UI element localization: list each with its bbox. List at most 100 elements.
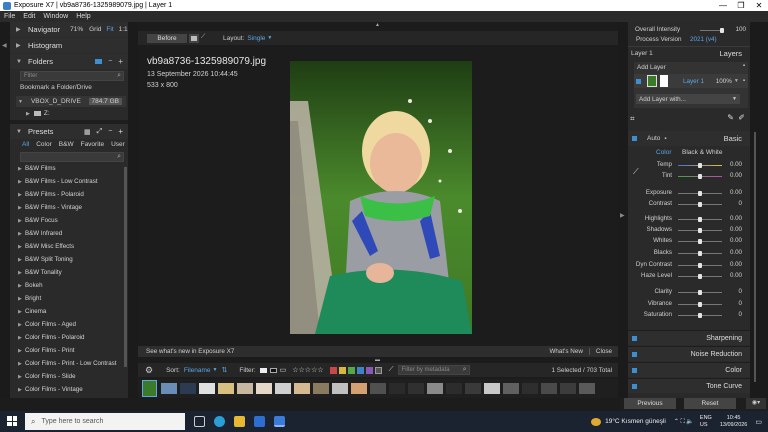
filmstrip-thumb[interactable] (218, 383, 234, 394)
adjustment-slider[interactable] (678, 217, 722, 222)
slider-knob[interactable] (698, 290, 702, 295)
preset-tab-all[interactable]: All (22, 141, 29, 148)
filmstrip-thumb[interactable] (560, 383, 576, 394)
adjustment-value[interactable]: 0.00 (730, 261, 742, 268)
preset-item[interactable]: ▶ B&W Films - Vintage (18, 204, 82, 211)
panel-toggle-icon[interactable] (632, 383, 637, 389)
auto-button[interactable]: Auto (647, 135, 660, 142)
auto-menu-icon[interactable]: ▪ (664, 136, 666, 142)
adjustment-slider[interactable] (678, 290, 722, 295)
layer-menu-icon[interactable]: ▪ (743, 63, 745, 69)
filmstrip-thumb[interactable] (579, 383, 595, 394)
layout-dropdown[interactable]: Single (247, 35, 265, 42)
adjustment-slider[interactable] (678, 251, 722, 256)
menu-window[interactable]: Window (43, 13, 68, 20)
previous-button[interactable]: Previous (624, 398, 676, 409)
filmstrip-thumb[interactable] (408, 383, 424, 394)
preset-item[interactable]: ▶ B&W Split Toning (18, 256, 73, 263)
task-view-icon[interactable] (194, 416, 205, 427)
preset-item[interactable]: ▶ Color Films - Print - Low Contrast (18, 360, 116, 367)
edge-icon[interactable] (214, 416, 225, 427)
collapsed-panel[interactable]: Noise Reduction (628, 346, 750, 361)
preset-tab-color[interactable]: Color (36, 141, 52, 148)
color-label-green[interactable] (347, 366, 355, 374)
bw-mode-tab[interactable]: Black & White (682, 149, 722, 156)
preset-item[interactable]: ▶ B&W Misc Effects (18, 243, 74, 250)
adjustment-slider[interactable] (678, 163, 722, 168)
adjustment-value[interactable]: 0.00 (730, 272, 742, 279)
menu-edit[interactable]: Edit (23, 13, 35, 20)
filmstrip-thumb[interactable] (199, 383, 215, 394)
folder-sync-icon[interactable] (95, 59, 103, 64)
close-window-button[interactable]: ✕ (750, 1, 768, 10)
adjustment-value[interactable]: 0 (739, 200, 742, 207)
filmstrip-thumb[interactable] (370, 383, 386, 394)
filmstrip-thumb[interactable] (389, 383, 405, 394)
windows-start-icon[interactable] (7, 416, 17, 426)
filmstrip-thumb[interactable] (256, 383, 272, 394)
zoom-1to1[interactable]: 1:1 (119, 26, 128, 33)
adjustment-slider[interactable] (678, 202, 722, 207)
adjustment-value[interactable]: 0 (739, 300, 742, 307)
settings-gear-icon[interactable]: ⚙ (145, 365, 153, 376)
preset-item[interactable]: ▶ B&W Infrared (18, 230, 62, 237)
layer-row[interactable]: Layer 1 100% ▼ ▪ (634, 74, 748, 88)
comment-filter-icon[interactable]: ▭ (280, 366, 287, 374)
adjustment-value[interactable]: 0 (739, 311, 742, 318)
slider-knob[interactable] (698, 228, 702, 233)
preset-item[interactable]: ▶ Color Films - Aged (18, 321, 76, 328)
collapsed-panel[interactable]: Color (628, 362, 750, 377)
remove-preset-icon[interactable]: − (108, 128, 112, 135)
preset-item[interactable]: ▶ B&W Films - Polaroid (18, 191, 84, 198)
adjustment-slider[interactable] (678, 274, 722, 279)
filmstrip-thumb[interactable] (332, 383, 348, 394)
slider-knob[interactable] (698, 202, 702, 207)
store-icon[interactable] (254, 416, 265, 427)
notification-icon[interactable]: ▭ (755, 418, 762, 426)
slider-knob[interactable] (698, 163, 702, 168)
adjustment-value[interactable]: 0.00 (730, 237, 742, 244)
expand-icon[interactable]: ⤢ (97, 128, 103, 136)
basic-header[interactable]: Auto ▪ Basic (628, 131, 750, 146)
layer-options-icon[interactable]: ▪ (743, 78, 745, 84)
eyedropper-icon[interactable]: ⟋ (389, 366, 394, 374)
color-label-yellow[interactable] (338, 366, 346, 374)
main-photo[interactable] (290, 61, 472, 334)
preset-item[interactable]: ▶ Bokeh (18, 282, 43, 289)
folder-remove-icon[interactable]: − (108, 58, 112, 65)
tray-icons[interactable]: ⌃ ⛶ 🔈 (674, 418, 694, 426)
center-right-scroll[interactable]: ▶ (618, 22, 628, 398)
before-button[interactable]: Before (147, 33, 187, 43)
slider-knob[interactable] (698, 313, 702, 318)
adjustment-slider[interactable] (678, 302, 722, 307)
menu-file[interactable]: File (4, 13, 15, 20)
star-filter-icon[interactable]: ☆☆☆☆☆ (292, 366, 323, 374)
left-edge-scroll[interactable]: ◀ (0, 22, 10, 398)
slider-knob[interactable] (698, 251, 702, 256)
subfolder-row[interactable]: ▶ Z: (26, 110, 50, 117)
layer-name[interactable]: Layer 1 (683, 78, 704, 85)
slider-knob[interactable] (698, 217, 702, 222)
menu-help[interactable]: Help (76, 13, 90, 20)
folder-add-icon[interactable]: + (118, 57, 123, 66)
process-version-dropdown[interactable]: 2021 (v4) (690, 36, 717, 43)
folder-filter-input[interactable]: Filter ⌕ (20, 71, 124, 81)
layers-title[interactable]: Layers (719, 49, 742, 58)
histogram-header[interactable]: ▶ Histogram (10, 38, 128, 53)
preset-item[interactable]: ▶ B&W Focus (18, 217, 58, 224)
filmstrip-thumb[interactable] (161, 383, 177, 394)
color-label-red[interactable] (329, 366, 337, 374)
sort-dropdown[interactable]: Filename (184, 367, 211, 374)
color-label-blue[interactable] (356, 366, 364, 374)
layer-visibility-icon[interactable] (636, 78, 641, 84)
adjustment-value[interactable]: 0.00 (730, 249, 742, 256)
panel-toggle-icon[interactable] (632, 351, 637, 357)
taskbar-search[interactable]: ⌕ Type here to search (25, 413, 185, 430)
adjustment-value[interactable]: 0.00 (730, 215, 742, 222)
zoom-fit[interactable]: Fit (106, 26, 113, 33)
drive-row[interactable]: ▼ VBOX_D_DRIVE 784.7 GB (16, 96, 126, 107)
slider-knob[interactable] (698, 302, 702, 307)
preset-tab-bw[interactable]: B&W (59, 141, 74, 148)
collapsed-panel[interactable]: Sharpening (628, 330, 750, 345)
slider-knob[interactable] (698, 174, 702, 179)
